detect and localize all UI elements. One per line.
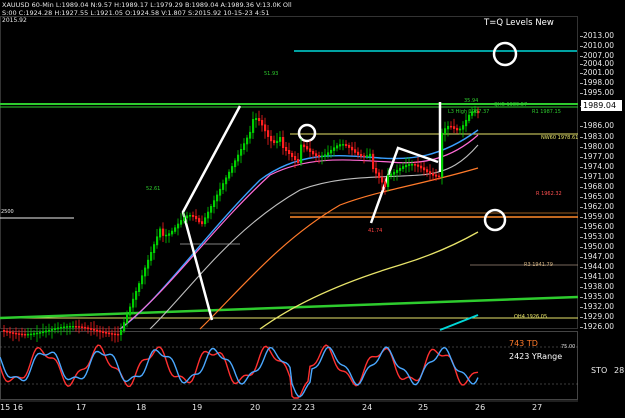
price-axis-label: 1926.00: [583, 322, 615, 331]
current-price-badge: 1989.04: [581, 100, 622, 111]
price-axis-label: 1947.00: [583, 252, 615, 261]
price-axis-label: 1962.00: [583, 202, 615, 211]
r2-label: R 1962.32: [536, 191, 562, 197]
date-axis-label: 24: [362, 403, 373, 412]
left-level-label: 2500: [1, 209, 14, 215]
date-axis-label: 26: [475, 403, 486, 412]
date-axis-label: 19: [192, 403, 203, 412]
price-axis-label: 1950.00: [583, 242, 615, 251]
yrange-label: 2423 YRange: [509, 352, 563, 361]
price-axis-label: 1998.00: [583, 78, 615, 87]
date-axis-label: 22 23: [292, 403, 315, 412]
price-axis-label: 1929.00: [583, 312, 615, 321]
qh5-label: QH5 1989.57: [494, 102, 528, 108]
chart-window: XAUUSD 60-Min L:1989.04 N:9.57 H:1989.17…: [0, 0, 625, 418]
green-trendline[interactable]: [0, 295, 579, 320]
date-axis-label: 17: [76, 403, 87, 412]
price-axis-label: 1959.00: [583, 212, 615, 221]
price-axis-label: 1938.00: [583, 282, 615, 291]
price-axis-label: 1977.00: [583, 152, 615, 161]
white-drawing-right[interactable]: [369, 146, 439, 224]
peak-high-label: 51.93: [264, 71, 279, 77]
price-axis-label: 1986.00: [583, 121, 615, 130]
price-axis-label: 1944.00: [583, 262, 615, 271]
price-axis-label: 1983.00: [583, 132, 615, 141]
price-axis-label: 1956.00: [583, 222, 615, 231]
chart-title: T=Q Levels New: [484, 18, 554, 28]
low-marker-label: 41.74: [368, 228, 383, 234]
price-axis-label: 1965.00: [583, 192, 615, 201]
stochastic-blue-line: [0, 346, 479, 398]
date-axis-label: 15 16: [0, 403, 23, 412]
r3-label: R3 1941.79: [524, 262, 553, 268]
price-axis-label: 1995.00: [583, 88, 615, 97]
left-high-label: 52.61: [146, 186, 161, 192]
l3-high-label: L3 High 1987.37: [448, 109, 490, 115]
price-axis[interactable]: 2013.00 2010.00 2007.00 2004.00 2001.00 1998.…: [580, 16, 625, 401]
candlestick-series: [3, 105, 480, 343]
mid-level-label: NW60 1978.61: [541, 135, 579, 141]
date-axis-label: 25: [418, 403, 429, 412]
price-axis-label: 2010.00: [583, 41, 615, 50]
chart-canvas[interactable]: [0, 0, 580, 418]
date-axis-label: 20: [250, 403, 261, 412]
price-axis-label: 1980.00: [583, 142, 615, 151]
price-axis-label: 2001.00: [583, 68, 615, 77]
price-axis-label: 1974.00: [583, 162, 615, 171]
ma-yellow: [259, 231, 479, 330]
price-axis-label: 2004.00: [583, 59, 615, 68]
date-axis-label: 27: [532, 403, 543, 412]
price-axis-label: 1932.00: [583, 302, 615, 311]
osc-level-label: 75.00: [561, 344, 576, 350]
price-axis-label: 1953.00: [583, 232, 615, 241]
r1-label: R1 1987.15: [532, 109, 561, 115]
right-high-label: 35.94: [464, 98, 479, 104]
qh4-label: QH4 1926.05: [514, 314, 548, 320]
td-label: 743 TD: [509, 339, 538, 348]
price-axis-label: 1941.00: [583, 272, 615, 281]
price-axis-label: 1968.00: [583, 182, 615, 191]
price-axis-label: 1935.00: [583, 292, 615, 301]
price-axis-label: 2013.00: [583, 31, 615, 40]
white-circle-top[interactable]: [492, 41, 518, 67]
date-axis-label: 18: [136, 403, 147, 412]
price-axis-label: 1971.00: [583, 172, 615, 181]
